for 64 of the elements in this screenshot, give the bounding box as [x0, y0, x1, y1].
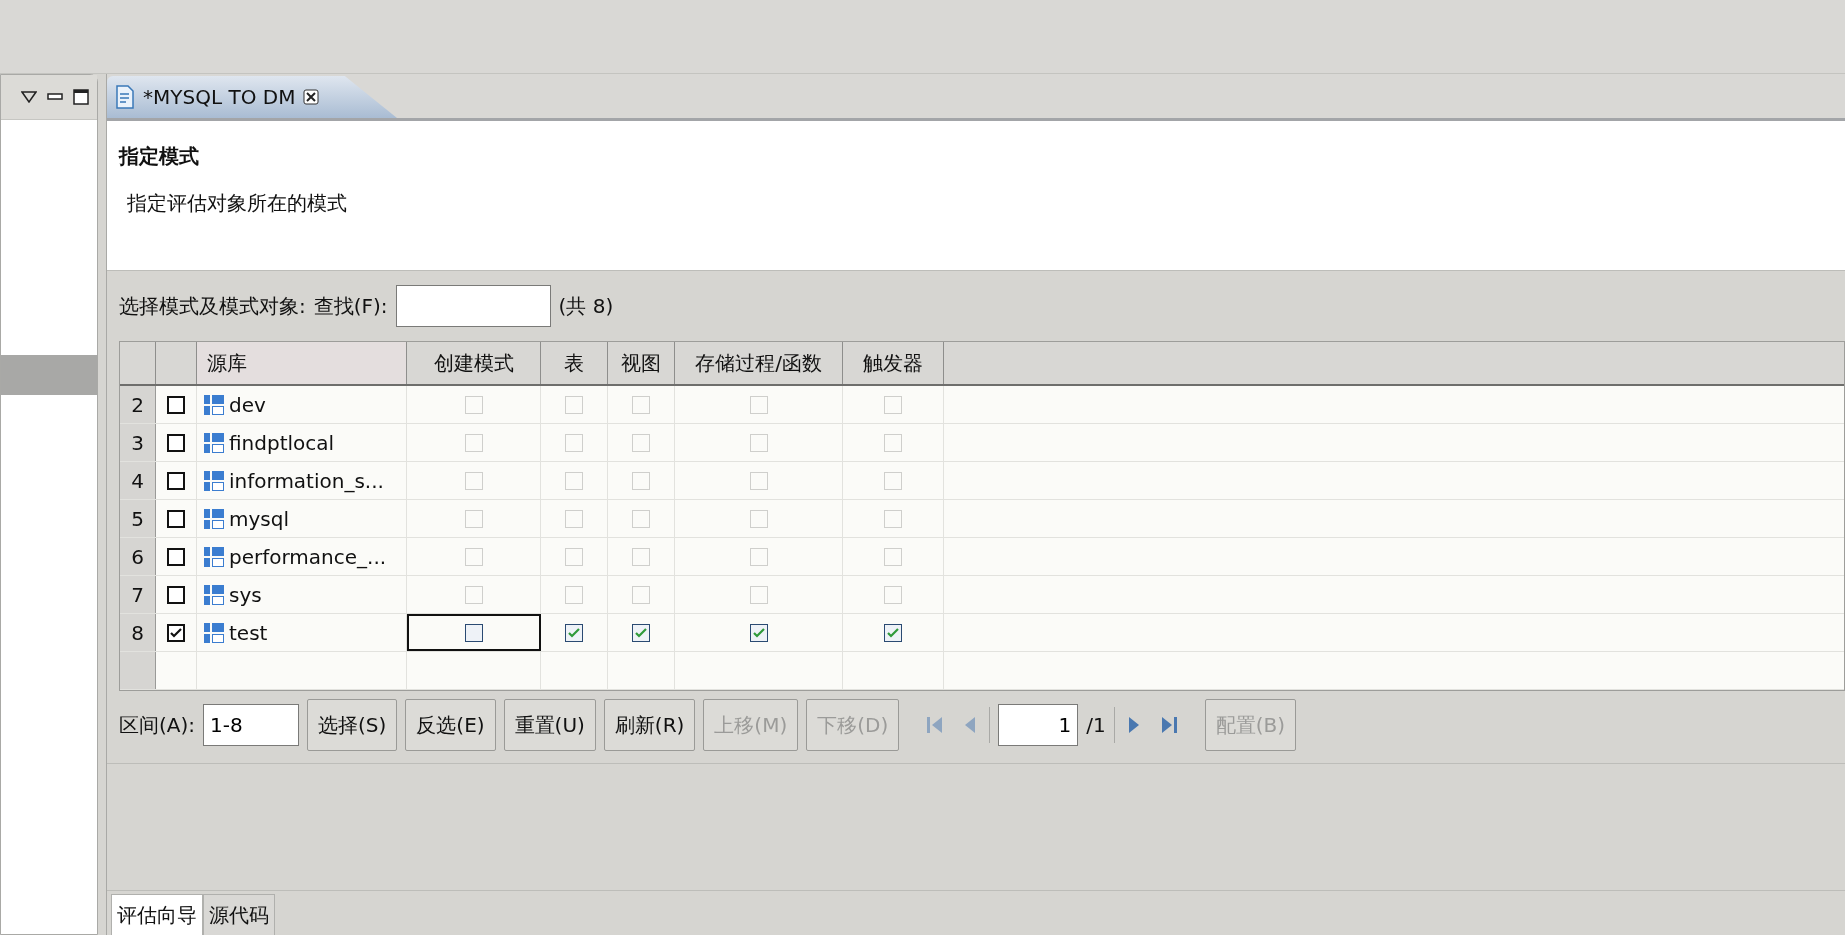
- schema-name: findptlocal: [229, 430, 335, 455]
- object-checkbox[interactable]: [632, 623, 650, 642]
- page-total: /1: [1086, 713, 1106, 737]
- view-menu-icon[interactable]: [21, 91, 37, 103]
- page-description: 指定评估对象所在的模式: [127, 190, 347, 217]
- schema-name: performance_...: [229, 544, 387, 569]
- row-number: 2: [120, 386, 156, 423]
- row-number: 5: [120, 500, 156, 537]
- column-header[interactable]: 视图: [608, 342, 675, 384]
- row-checkbox[interactable]: [167, 395, 185, 414]
- row-number: 6: [120, 538, 156, 575]
- document-icon: [115, 85, 135, 109]
- editor-tab[interactable]: *MYSQL TO DM: [107, 76, 397, 118]
- toolbar-button[interactable]: 重置(U): [503, 699, 596, 751]
- schema-icon: [203, 583, 225, 606]
- total-count: (共 8): [558, 292, 614, 320]
- toolbar-button[interactable]: 刷新(R): [603, 699, 696, 751]
- selected-row-highlight[interactable]: [1, 355, 97, 395]
- row-checkbox[interactable]: [167, 433, 185, 452]
- schema-icon: [203, 621, 225, 644]
- schema-icon: [203, 393, 225, 416]
- row-number: 4: [120, 462, 156, 499]
- row-number: 7: [120, 576, 156, 613]
- minimize-icon[interactable]: [47, 93, 63, 101]
- row-checkbox[interactable]: [167, 509, 185, 528]
- schema-icon: [203, 507, 225, 530]
- schema-name: sys: [229, 582, 262, 607]
- row-number: 8: [120, 614, 156, 651]
- row-checkbox[interactable]: [167, 585, 185, 604]
- schema-name: dev: [229, 392, 266, 417]
- row-checkbox[interactable]: [167, 623, 185, 642]
- range-label: 区间(A):: [119, 711, 196, 739]
- toolbar-button[interactable]: 反选(E): [405, 699, 496, 751]
- object-checkbox[interactable]: [465, 623, 483, 642]
- schema-icon: [203, 431, 225, 454]
- schema-select-label: 选择模式及模式对象:: [119, 292, 306, 320]
- row-checkbox[interactable]: [167, 547, 185, 566]
- column-header[interactable]: 创建模式: [407, 342, 541, 384]
- bottom-tab[interactable]: 评估向导: [111, 894, 203, 935]
- page-title: 指定模式: [119, 143, 199, 170]
- object-checkbox[interactable]: [884, 623, 902, 642]
- bottom-tab[interactable]: 源代码: [203, 894, 275, 935]
- column-header[interactable]: 存储过程/函数: [675, 342, 843, 384]
- column-header[interactable]: 表: [541, 342, 608, 384]
- object-checkbox[interactable]: [565, 623, 583, 642]
- schema-icon: [203, 545, 225, 568]
- row-number: 3: [120, 424, 156, 461]
- find-label: 查找(F):: [313, 292, 388, 320]
- row-checkbox[interactable]: [167, 471, 185, 490]
- schema-name: test: [229, 620, 268, 645]
- column-header[interactable]: 源库: [197, 342, 407, 384]
- toolbar-button[interactable]: 选择(S): [307, 699, 398, 751]
- range-field[interactable]: 1-8: [203, 704, 300, 746]
- schema-icon: [203, 469, 225, 492]
- close-icon[interactable]: [303, 89, 320, 105]
- object-checkbox[interactable]: [749, 623, 768, 642]
- page-field[interactable]: 1: [998, 704, 1079, 746]
- schema-name: mysql: [229, 506, 289, 531]
- schema-name: information_s...: [229, 468, 384, 493]
- find-field[interactable]: [395, 285, 551, 327]
- editor-tab-title: *MYSQL TO DM: [143, 85, 296, 109]
- maximize-icon[interactable]: [73, 89, 89, 105]
- table-cell[interactable]: [407, 614, 541, 651]
- column-header[interactable]: 触发器: [843, 342, 944, 384]
